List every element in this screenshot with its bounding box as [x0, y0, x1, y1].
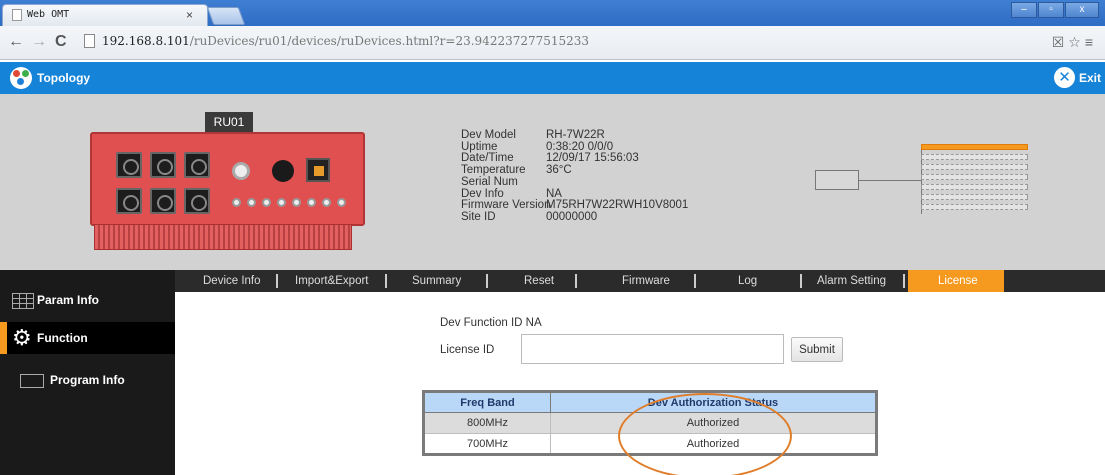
gear-icon: ⚙: [12, 325, 32, 350]
sidebar-item-program-info[interactable]: Program Info: [0, 364, 175, 396]
minimize-button[interactable]: –: [1011, 2, 1037, 18]
host-node[interactable]: [815, 170, 859, 190]
menu-log[interactable]: Log: [738, 270, 757, 292]
exit-link[interactable]: Exit: [1079, 71, 1101, 85]
url-host: 192.168.8.101: [102, 34, 190, 48]
sidebar-item-label: Function: [37, 331, 88, 345]
dev-function-id: Dev Function ID NA: [440, 317, 542, 329]
close-window-button[interactable]: x: [1065, 2, 1099, 18]
ru-slot-active[interactable]: [921, 144, 1028, 150]
tab-title: Web OMT: [27, 9, 70, 20]
app-header: Topology ✕ Exit: [0, 62, 1105, 94]
sidebar-item-label: Program Info: [50, 373, 125, 387]
sidebar-item-param-info[interactable]: Param Info: [0, 284, 175, 316]
ru-slot[interactable]: [921, 154, 1028, 160]
device-panel: RU01 Dev Model RH-7W22R Uptime 0:38:20 0/0…: [0, 94, 1105, 270]
authorization-status-cell: Authorized: [550, 433, 877, 455]
menu-separator: [385, 274, 387, 288]
maximize-button[interactable]: ▫: [1038, 2, 1064, 18]
freq-band-cell: 800MHz: [423, 412, 551, 434]
sidebar-item-function[interactable]: ⚙ Function: [0, 322, 175, 354]
license-id-input[interactable]: [521, 334, 784, 364]
ru-slot[interactable]: [921, 174, 1028, 180]
device-image: [90, 132, 370, 254]
column-header: Dev Authorization Status: [550, 391, 877, 413]
page-icon: [12, 9, 22, 21]
new-tab-button[interactable]: [206, 7, 246, 25]
info-row: Site ID 00000000: [461, 210, 598, 223]
device-info-list: Dev Model RH-7W22R Uptime 0:38:20 0/0/0 Da…: [461, 129, 688, 224]
page-icon: [84, 34, 95, 48]
menu-separator: [276, 274, 278, 288]
topology-link[interactable]: Topology: [37, 71, 90, 85]
info-row: Dev Model RH-7W22R: [461, 129, 605, 141]
unit-label: RU01: [205, 112, 253, 132]
exit-icon[interactable]: ✕: [1054, 67, 1075, 88]
ru-slot[interactable]: [921, 164, 1028, 170]
topology-diagram: [815, 140, 1035, 220]
column-header: Freq Band: [423, 391, 551, 413]
program-icon: [20, 374, 44, 388]
menu-separator: [575, 274, 577, 288]
authorization-table: Freq Band Dev Authorization Status 800MH…: [422, 390, 878, 456]
info-row: Serial Num: [461, 175, 518, 188]
window-controls: – ▫ x: [1011, 2, 1099, 18]
topology-icon[interactable]: [10, 67, 32, 89]
url-path: /ruDevices/ru01/devices/ruDevices.html?r…: [189, 34, 590, 48]
menu-separator: [903, 274, 905, 288]
ru-slot[interactable]: [921, 204, 1028, 210]
menu-separator: [800, 274, 802, 288]
license-id-label: License ID: [440, 344, 495, 356]
menu-separator: [694, 274, 696, 288]
address-bar: ← → C 192.168.8.101/ruDevices/ru01/devic…: [0, 26, 1105, 60]
ru-slot[interactable]: [921, 194, 1028, 200]
browser-tab[interactable]: Web OMT ×: [2, 4, 208, 26]
url-input[interactable]: 192.168.8.101/ruDevices/ru01/devices/ruD…: [82, 31, 1062, 53]
grid-icon: [12, 293, 34, 309]
authorization-status-cell: Authorized: [550, 412, 877, 434]
menu-device-info[interactable]: Device Info: [203, 270, 261, 292]
menu-separator: [486, 274, 488, 288]
sidebar-item-label: Param Info: [37, 293, 100, 307]
table-row: 700MHz Authorized: [423, 433, 877, 455]
browser-tab-bar: Web OMT × – ▫ x: [0, 0, 1105, 26]
reload-icon[interactable]: C: [55, 33, 67, 51]
menu-import-export[interactable]: Import&Export: [295, 270, 369, 292]
menu-summary[interactable]: Summary: [412, 270, 461, 292]
menu-reset[interactable]: Reset: [524, 270, 554, 292]
menu-firmware[interactable]: Firmware: [622, 270, 670, 292]
sidebar: Param Info ⚙ Function Program Info: [0, 270, 175, 475]
back-arrow-icon[interactable]: ←: [8, 33, 24, 51]
license-panel: Dev Function ID NA License ID Submit Fre…: [175, 292, 1105, 475]
forward-arrow-icon[interactable]: →: [31, 33, 47, 51]
table-row: 800MHz Authorized: [423, 412, 877, 434]
menu-license[interactable]: License: [938, 270, 978, 292]
submit-button[interactable]: Submit: [791, 337, 843, 362]
menu-alarm-setting[interactable]: Alarm Setting: [817, 270, 886, 292]
freq-band-cell: 700MHz: [423, 433, 551, 455]
url-text: 192.168.8.101/ruDevices/ru01/devices/ruD…: [102, 34, 589, 48]
active-marker: [0, 322, 7, 354]
close-tab-icon[interactable]: ×: [186, 8, 193, 22]
bookmark-star-icon[interactable]: ☒☆≡: [1052, 34, 1097, 51]
ru-slot[interactable]: [921, 184, 1028, 190]
